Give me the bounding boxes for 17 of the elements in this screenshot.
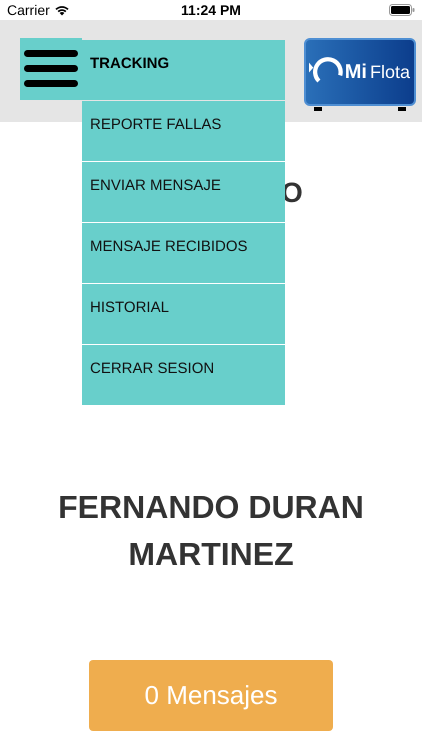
logo-foot [398, 107, 406, 111]
logo-foot [314, 107, 322, 111]
menu-button[interactable] [20, 38, 82, 100]
user-name: FERNANDO DURAN MARTINEZ [57, 488, 365, 574]
logo-text: Flota [370, 63, 410, 81]
menu-item[interactable]: TRACKING [82, 40, 285, 100]
menu-item[interactable]: HISTORIAL [82, 284, 285, 344]
logo-text: Mi [344, 62, 367, 82]
menu-item[interactable]: MENSAJE RECIBIDOS [82, 223, 285, 283]
clock-time: 11:24 PM [181, 0, 241, 20]
menu-item[interactable]: CERRAR SESION [82, 345, 285, 405]
battery-icon [389, 4, 415, 16]
menu-item[interactable]: REPORTE FALLAS [82, 101, 285, 161]
menu-item[interactable]: ENVIAR MENSAJE [82, 162, 285, 222]
menu-icon [24, 49, 78, 89]
wifi-icon [54, 4, 70, 16]
carrier-label: Carrier [7, 0, 50, 20]
